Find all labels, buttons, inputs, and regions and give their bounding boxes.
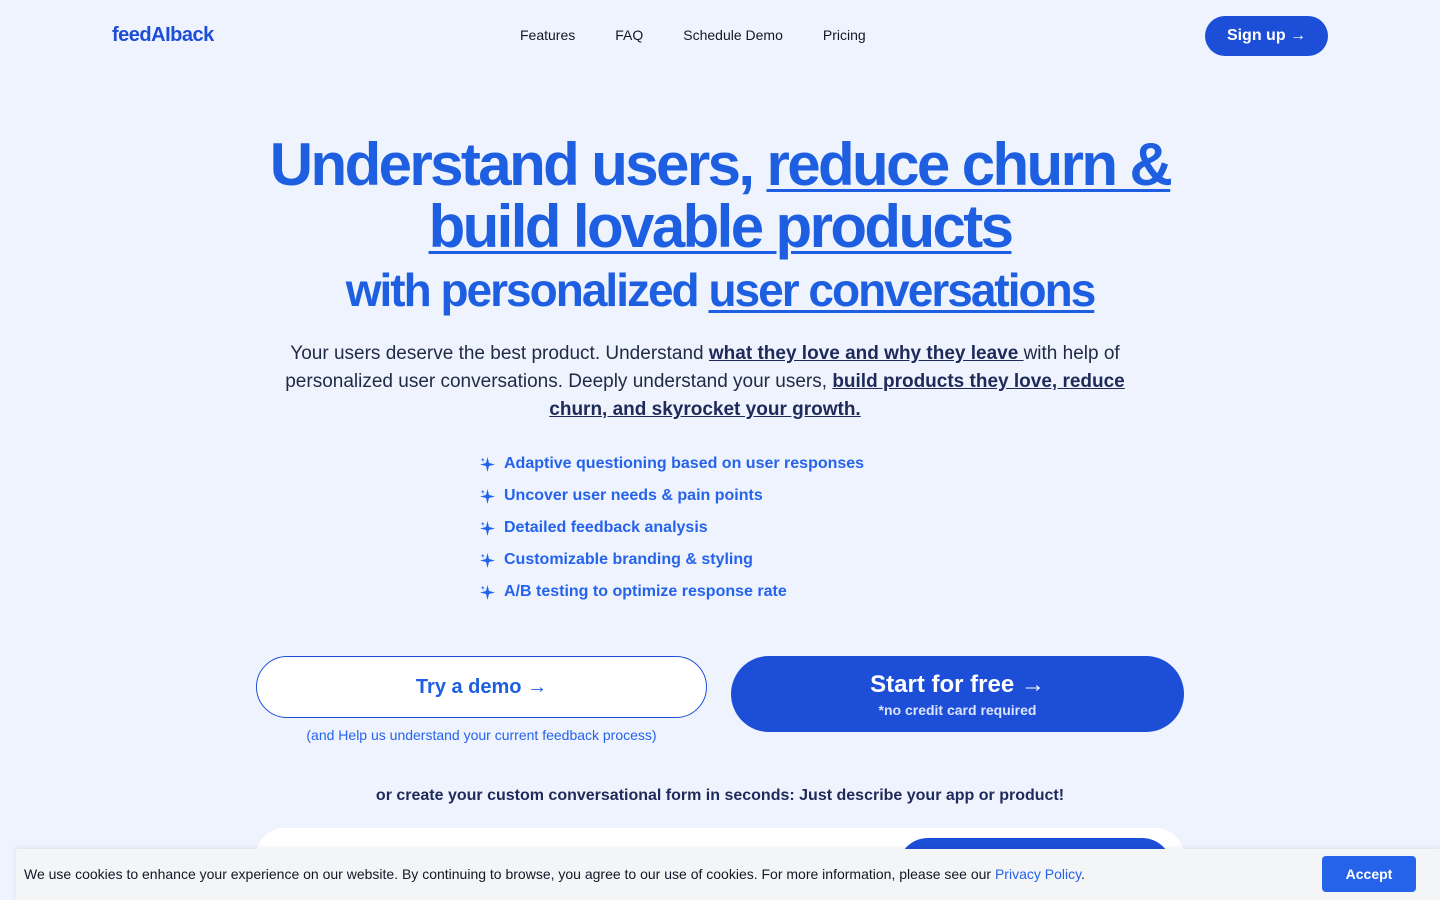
start-for-free-button[interactable]: Start for free → *no credit card require…	[731, 656, 1184, 732]
feature-item: Adaptive questioning based on user respo…	[480, 448, 864, 480]
cookie-banner: We use cookies to enhance your experienc…	[16, 849, 1440, 900]
description-text: Your users deserve the best product. Und…	[290, 343, 709, 364]
try-demo-button[interactable]: Try a demo →	[256, 656, 707, 718]
feature-label: Uncover user needs & pain points	[504, 487, 763, 504]
accept-cookies-button[interactable]: Accept	[1322, 856, 1416, 892]
sparkle-icon	[480, 488, 495, 504]
feature-item: A/B testing to optimize response rate	[480, 576, 864, 608]
feature-list: Adaptive questioning based on user respo…	[480, 448, 864, 608]
no-credit-card-note: *no credit card required	[878, 701, 1037, 718]
sparkle-icon	[480, 584, 495, 600]
headline-plain-text: Understand users,	[269, 131, 767, 198]
headline-underlined-text: reduce churn &	[766, 131, 1172, 198]
sign-up-button[interactable]: Sign up →	[1205, 16, 1328, 56]
cookie-message-end: .	[1081, 866, 1085, 882]
description-highlight: what they love and why they leave	[708, 343, 1024, 364]
sparkle-icon	[480, 520, 495, 536]
feature-item: Uncover user needs & pain points	[480, 480, 864, 512]
start-for-free-label: Start for free →	[870, 670, 1045, 698]
feature-label: Adaptive questioning based on user respo…	[504, 455, 865, 472]
hero-headline: Understand users, reduce churn & build l…	[0, 134, 1440, 318]
nav-link-faq[interactable]: FAQ	[615, 27, 643, 43]
feature-label: A/B testing to optimize response rate	[504, 583, 787, 600]
headline-underlined-text: build lovable products	[428, 193, 1014, 260]
feature-item: Customizable branding & styling	[480, 544, 864, 576]
nav-links: Features FAQ Schedule Demo Pricing	[520, 27, 866, 43]
feature-item: Detailed feedback analysis	[480, 512, 864, 544]
nav-link-pricing[interactable]: Pricing	[823, 27, 866, 43]
privacy-policy-link[interactable]: Privacy Policy	[995, 866, 1081, 882]
nav-link-features[interactable]: Features	[520, 27, 575, 43]
demo-note: (and Help us understand your current fee…	[306, 727, 657, 743]
subheadline-plain-text: with personalized	[345, 264, 709, 316]
create-form-prompt: or create your custom conversational for…	[375, 787, 1065, 804]
cookie-message-text: We use cookies to enhance your experienc…	[24, 866, 995, 882]
headline-line-1: Understand users, reduce churn &	[0, 134, 1440, 196]
headline-line-3: with personalized user conversations	[0, 262, 1440, 318]
subheadline-underlined-text: user conversations	[708, 264, 1096, 316]
logo[interactable]: feedAIback	[112, 24, 214, 47]
sparkle-icon	[480, 552, 495, 568]
feature-label: Detailed feedback analysis	[504, 519, 708, 536]
feature-label: Customizable branding & styling	[504, 551, 753, 568]
headline-line-2: build lovable products	[0, 196, 1440, 258]
nav-link-schedule-demo[interactable]: Schedule Demo	[683, 27, 783, 43]
hero-description: Your users deserve the best product. Und…	[260, 340, 1150, 424]
cookie-message: We use cookies to enhance your experienc…	[24, 866, 1085, 882]
top-navbar: feedAIback Features FAQ Schedule Demo Pr…	[0, 0, 1440, 72]
sparkle-icon	[480, 456, 495, 472]
